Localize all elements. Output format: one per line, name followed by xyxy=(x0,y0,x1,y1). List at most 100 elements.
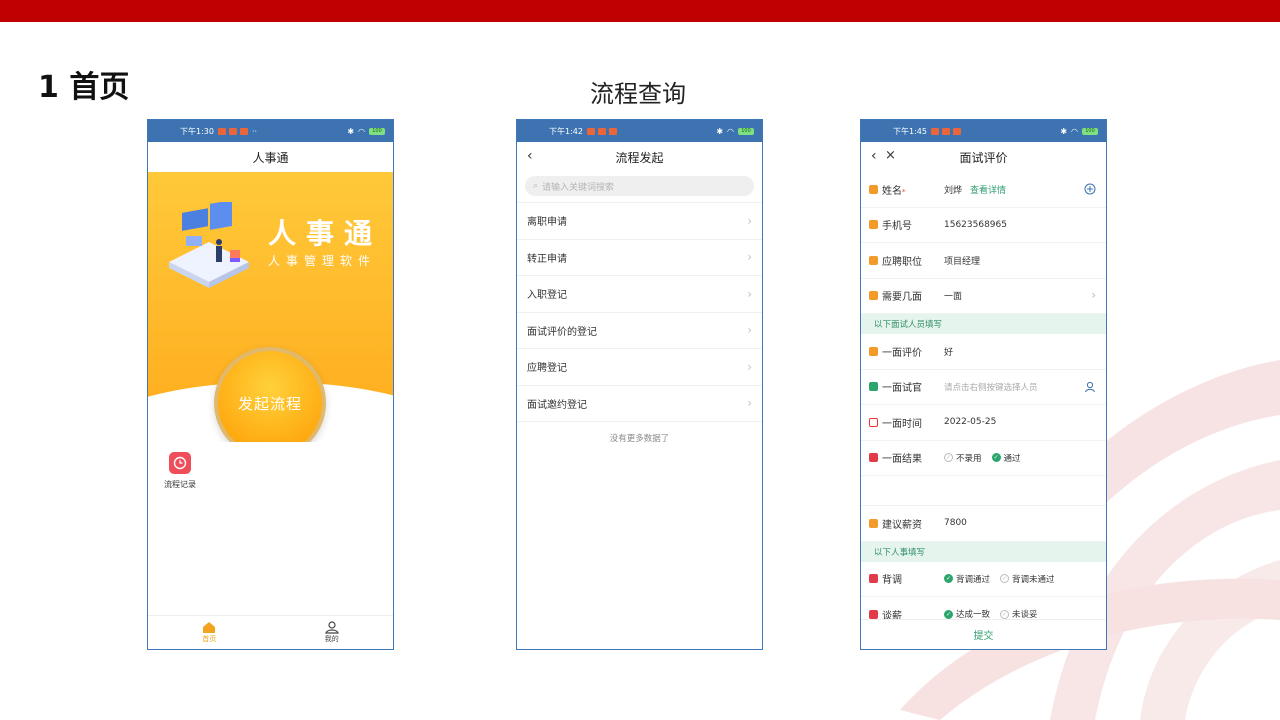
wifi-icon: ◠ xyxy=(358,126,365,136)
calendar-icon xyxy=(869,417,878,427)
nav-title: 流程发起 xyxy=(615,150,664,165)
tab-bar: 首页 我的 xyxy=(148,615,393,649)
search-icon: ⌕ xyxy=(533,181,539,191)
home-icon xyxy=(203,622,216,633)
radio-bg-pass[interactable]: ✓ 背调通过 xyxy=(944,573,990,585)
chevron-right-icon: › xyxy=(747,359,752,374)
list-item-interview-invite[interactable]: 面试邀约登记 › xyxy=(517,384,762,422)
name-icon xyxy=(869,184,878,194)
back-arrow-icon[interactable]: ‹ xyxy=(871,148,877,164)
nav-bar: ‹ 流程发起 xyxy=(517,142,762,172)
shortcut-label: 流程记录 xyxy=(164,480,196,489)
search-placeholder: 请输入关键词搜索 xyxy=(542,182,615,193)
radio-reject[interactable]: ✓ 不录用 xyxy=(944,452,982,464)
bg-radio-group: ✓ 背调通过 ✓ 背调未通过 xyxy=(944,573,1055,585)
radio-off-icon: ✓ xyxy=(1000,574,1010,584)
status-time: 下午1:42 xyxy=(549,126,583,136)
bluetooth-icon: ✱ xyxy=(716,126,724,136)
list-item-application[interactable]: 应聘登记 › xyxy=(517,348,762,385)
select-user-icon[interactable] xyxy=(1084,381,1096,393)
list-item-regularization[interactable]: 转正申请 › xyxy=(517,238,762,276)
field-label: 姓名* xyxy=(882,185,906,197)
tab-mine[interactable]: 我的 xyxy=(271,616,394,649)
slide-title: 1 首页 xyxy=(38,70,130,105)
back-arrow-icon[interactable]: ‹ xyxy=(527,148,533,164)
position-value[interactable]: 项目经理 xyxy=(944,254,980,267)
list-item-label: 应聘登记 xyxy=(527,363,567,375)
radio-bg-fail[interactable]: ✓ 背调未通过 xyxy=(1000,573,1055,585)
radio-on-icon: ✓ xyxy=(944,609,953,619)
field-label: 一面试官 xyxy=(882,383,922,395)
chevron-right-icon: › xyxy=(747,250,752,265)
search-input[interactable]: ⌕ 请输入关键词搜索 xyxy=(525,176,754,196)
battery-icon: 100 xyxy=(738,127,754,135)
first-time-field: 一面时间 2022-05-25 xyxy=(861,405,1106,441)
wifi-icon: ◠ xyxy=(1071,126,1078,136)
phone-number-value[interactable]: 15623568965 xyxy=(944,220,1007,230)
field-label: 手机号 xyxy=(882,221,912,233)
add-circle-icon[interactable] xyxy=(1084,183,1096,195)
bluetooth-icon: ✱ xyxy=(347,126,355,136)
status-bar: 下午1:30 ·· ✱ ◠ 100 xyxy=(148,120,393,142)
list-item-resignation[interactable]: 离职申请 › xyxy=(517,202,762,239)
salary-field: 建议薪资 7800 xyxy=(861,506,1106,542)
radio-on-icon: ✓ xyxy=(991,453,1001,463)
clock-icon xyxy=(169,452,191,474)
time-value[interactable]: 2022-05-25 xyxy=(944,417,996,427)
list-item-label: 离职申请 xyxy=(527,217,567,229)
list-item-label: 面试邀约登记 xyxy=(527,399,587,411)
nav-bar: ‹ × 面试评价 xyxy=(861,142,1106,172)
bluetooth-icon: ✱ xyxy=(1060,126,1068,136)
top-banner xyxy=(0,0,1280,22)
close-icon[interactable]: × xyxy=(885,148,896,163)
hero-subtitle: 人事管理软件 xyxy=(268,254,377,268)
chevron-right-icon: › xyxy=(747,396,752,411)
list-item-label: 面试评价的登记 xyxy=(527,326,597,338)
notification-icons xyxy=(930,127,961,135)
user-icon xyxy=(324,621,339,634)
chevron-right-icon: › xyxy=(747,286,752,301)
first-eval-field: 一面评价 好 xyxy=(861,334,1106,370)
notification-icons xyxy=(586,127,617,135)
status-right: ✱ ◠ 100 xyxy=(716,127,754,136)
radio-pass[interactable]: ✓ 通过 xyxy=(991,452,1021,464)
radio-on-icon: ✓ xyxy=(944,574,953,584)
status-time: 下午1:45 xyxy=(893,126,927,136)
battery-icon: 100 xyxy=(1082,127,1098,135)
list-item-interview-eval[interactable]: 面试评价的登记 › xyxy=(517,311,762,349)
salary-icon xyxy=(869,518,878,528)
status-right: ✱ ◠ 100 xyxy=(1060,127,1098,136)
nav-bar: 人事通 xyxy=(148,142,393,172)
rounds-field[interactable]: 需要几面 一面 › xyxy=(861,279,1106,314)
check-icon xyxy=(869,574,878,584)
field-label: 应聘职位 xyxy=(882,256,922,268)
process-record-shortcut[interactable]: 流程记录 xyxy=(162,452,198,490)
wifi-icon: ◠ xyxy=(727,126,734,136)
spacer xyxy=(861,476,1106,506)
status-time: 下午1:30 xyxy=(180,126,214,136)
eval-value[interactable]: 好 xyxy=(944,345,953,358)
chevron-right-icon: › xyxy=(1091,287,1096,302)
first-result-field: 一面结果 ✓ 不录用 ✓ 通过 xyxy=(861,441,1106,476)
field-label: 建议薪资 xyxy=(882,519,922,531)
view-details-link[interactable]: 查看详情 xyxy=(970,183,1006,196)
interviewer-placeholder: 请点击右侧按键选择人员 xyxy=(944,382,1038,393)
phone-icon xyxy=(869,220,878,230)
background-check-field: 背调 ✓ 背调通过 ✓ 背调未通过 xyxy=(861,562,1106,597)
tab-home[interactable]: 首页 xyxy=(148,616,271,649)
position-icon xyxy=(869,255,878,265)
start-process-button[interactable]: 发起流程 xyxy=(214,347,326,442)
section-title: 流程查询 xyxy=(590,80,686,108)
radio-off-icon: ✓ xyxy=(1000,609,1010,619)
submit-button[interactable]: 提交 xyxy=(861,619,1106,649)
status-bar: 下午1:42 ✱ ◠ 100 xyxy=(517,120,762,142)
list-item-label: 入职登记 xyxy=(527,290,567,302)
field-label: 一面评价 xyxy=(882,347,922,359)
nav-title: 面试评价 xyxy=(959,150,1008,165)
result-radio-group: ✓ 不录用 ✓ 通过 xyxy=(944,452,1021,464)
hero-title: 人事通 xyxy=(268,217,383,250)
list-item-onboarding[interactable]: 入职登记 › xyxy=(517,275,762,312)
tab-home-label: 首页 xyxy=(202,635,217,643)
status-right: ✱ ◠ 100 xyxy=(347,127,385,136)
salary-value[interactable]: 7800 xyxy=(944,518,967,528)
